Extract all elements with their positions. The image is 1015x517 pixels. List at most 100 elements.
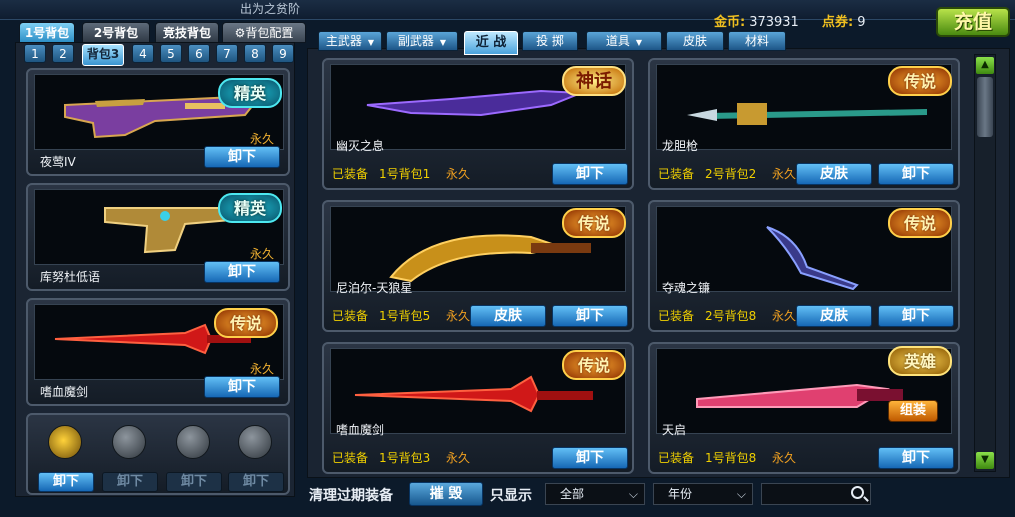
chevron-down-icon: ⌵: [628, 487, 638, 501]
inventory-item-card[interactable]: 传说 嗜血魔剑 已装备 1号背包3 永久 卸下: [322, 342, 634, 474]
chevron-down-icon: ▼: [439, 38, 447, 47]
grenade-unequip-button[interactable]: 卸下: [102, 472, 158, 492]
scroll-up-icon[interactable]: ▲: [976, 57, 994, 74]
hero-badge: 英雄: [888, 346, 952, 376]
equip-status: 已装备: [332, 309, 369, 323]
slot-tab-6[interactable]: 6: [188, 44, 210, 63]
grenade-unequip-button[interactable]: 卸下: [228, 472, 284, 492]
unequip-button[interactable]: 卸下: [204, 376, 280, 398]
elite-badge: 精英: [218, 193, 282, 223]
grenade-unequip-button[interactable]: 卸下: [38, 472, 94, 492]
item-name: 尼泊尔-天狼星: [336, 281, 413, 295]
tab-pack-2[interactable]: 2号背包: [82, 22, 150, 43]
equip-status: 已装备: [658, 451, 695, 465]
item-duration: 永久: [772, 309, 797, 323]
tab-primary-label: 主武器: [325, 34, 362, 48]
tab-props[interactable]: 道具 ▼: [586, 31, 662, 51]
search-icon[interactable]: [851, 486, 864, 499]
scroll-thumb[interactable]: [977, 77, 993, 137]
bag-slot: 2号背包8: [705, 309, 757, 323]
equipped-item-card[interactable]: 精英 永久 夜莺IV 卸下: [26, 68, 290, 176]
inventory-item-card[interactable]: 英雄 组装 天启 已装备 1号背包8 永久 卸下: [648, 342, 960, 474]
inventory-item-card[interactable]: 传说 尼泊尔-天狼星 已装备 1号背包5 永久 皮肤 卸下: [322, 200, 634, 332]
item-name: 夜莺IV: [40, 155, 76, 169]
points-label: 点券:: [822, 15, 854, 30]
grenade-slots: 卸下 卸下 卸下 卸下: [26, 413, 290, 495]
recharge-button[interactable]: 充值: [936, 7, 1010, 37]
points-value: 9: [857, 15, 866, 30]
search-input[interactable]: [761, 483, 871, 505]
scroll-down-icon[interactable]: ▼: [976, 452, 994, 469]
filter-year-select[interactable]: 年份 ⌵: [653, 483, 753, 505]
slot-tab-3[interactable]: 背包3: [82, 44, 124, 66]
points-display: 点券: 9: [822, 11, 865, 30]
chevron-down-icon: ⌵: [736, 487, 746, 501]
unequip-button[interactable]: 卸下: [878, 447, 954, 469]
tab-melee[interactable]: 近 战: [464, 31, 518, 55]
item-duration: 永久: [446, 309, 471, 323]
slot-tab-5[interactable]: 5: [160, 44, 182, 63]
unequip-button[interactable]: 卸下: [552, 447, 628, 469]
item-name: 龙胆枪: [662, 139, 699, 153]
slot-tab-1[interactable]: 1: [24, 44, 46, 63]
slot-tab-9[interactable]: 9: [272, 44, 294, 63]
myth-badge: 神话: [562, 66, 626, 96]
slot-tab-4[interactable]: 4: [132, 44, 154, 63]
unequip-button[interactable]: 卸下: [878, 163, 954, 185]
filter-all-select[interactable]: 全部 ⌵: [545, 483, 645, 505]
bag-slot: 1号背包1: [379, 167, 431, 181]
legend-badge: 传说: [888, 66, 952, 96]
tab-primary[interactable]: 主武器 ▼: [318, 31, 382, 51]
tab-secondary-label: 副武器: [397, 34, 434, 48]
grenade-icon: [112, 425, 146, 459]
inventory-item-card[interactable]: 传说 夺魂之镰 已装备 2号背包8 永久 皮肤 卸下: [648, 200, 960, 332]
tab-materials[interactable]: 材料: [728, 31, 786, 51]
tab-skins[interactable]: 皮肤: [666, 31, 724, 51]
item-duration: 永久: [249, 362, 274, 376]
gold-value: 373931: [749, 15, 799, 30]
tab-pack-1[interactable]: 1号背包: [19, 22, 75, 43]
slot-tab-7[interactable]: 7: [216, 44, 238, 63]
unequip-button[interactable]: 卸下: [204, 146, 280, 168]
tab-secondary[interactable]: 副武器 ▼: [386, 31, 458, 51]
bag-slot: 1号背包5: [379, 309, 431, 323]
clean-expired-label[interactable]: 清理过期装备: [309, 485, 393, 505]
legend-badge: 传说: [888, 208, 952, 238]
bag-slot: 1号背包8: [705, 451, 757, 465]
legend-badge: 传说: [214, 308, 278, 338]
grenade-icon: [176, 425, 210, 459]
destroy-button[interactable]: 摧 毁: [409, 482, 483, 506]
equipped-item-card[interactable]: 精英 永久 库努杜低语 卸下: [26, 183, 290, 291]
scrollbar[interactable]: ▲ ▼: [974, 54, 996, 472]
item-duration: 永久: [249, 247, 274, 261]
tab-pack-config-label: 背包配置: [245, 26, 294, 40]
unequip-button[interactable]: 卸下: [552, 163, 628, 185]
assemble-button[interactable]: 组装: [888, 400, 938, 422]
item-duration: 永久: [772, 167, 797, 181]
slot-tab-2[interactable]: 2: [52, 44, 74, 63]
inventory-item-card[interactable]: 神话 幽灭之息 已装备 1号背包1 永久 卸下: [322, 58, 634, 190]
only-show-label: 只显示: [490, 488, 532, 504]
tab-pack-config[interactable]: ⚙背包配置: [222, 22, 306, 43]
skin-button[interactable]: 皮肤: [796, 305, 872, 327]
item-name: 天启: [662, 423, 687, 437]
equip-status: 已装备: [332, 167, 369, 181]
filter-year-value: 年份: [668, 487, 693, 501]
item-name: 嗜血魔剑: [40, 385, 89, 399]
unequip-button[interactable]: 卸下: [204, 261, 280, 283]
tab-arena-pack[interactable]: 竞技背包: [155, 22, 219, 43]
item-duration: 永久: [249, 132, 274, 146]
skin-button[interactable]: 皮肤: [470, 305, 546, 327]
slot-tab-8[interactable]: 8: [244, 44, 266, 63]
gold-label: 金币:: [714, 15, 746, 30]
unequip-button[interactable]: 卸下: [552, 305, 628, 327]
gear-icon: ⚙: [234, 26, 246, 40]
unequip-button[interactable]: 卸下: [878, 305, 954, 327]
inventory-item-card[interactable]: 传说 龙胆枪 已装备 2号背包2 永久 皮肤 卸下: [648, 58, 960, 190]
bag-slot: 1号背包3: [379, 451, 431, 465]
tab-props-label: 道具: [605, 34, 630, 48]
equipped-item-card[interactable]: 传说 永久 嗜血魔剑 卸下: [26, 298, 290, 406]
grenade-unequip-button[interactable]: 卸下: [166, 472, 222, 492]
tab-throwing[interactable]: 投 掷: [522, 31, 578, 51]
skin-button[interactable]: 皮肤: [796, 163, 872, 185]
